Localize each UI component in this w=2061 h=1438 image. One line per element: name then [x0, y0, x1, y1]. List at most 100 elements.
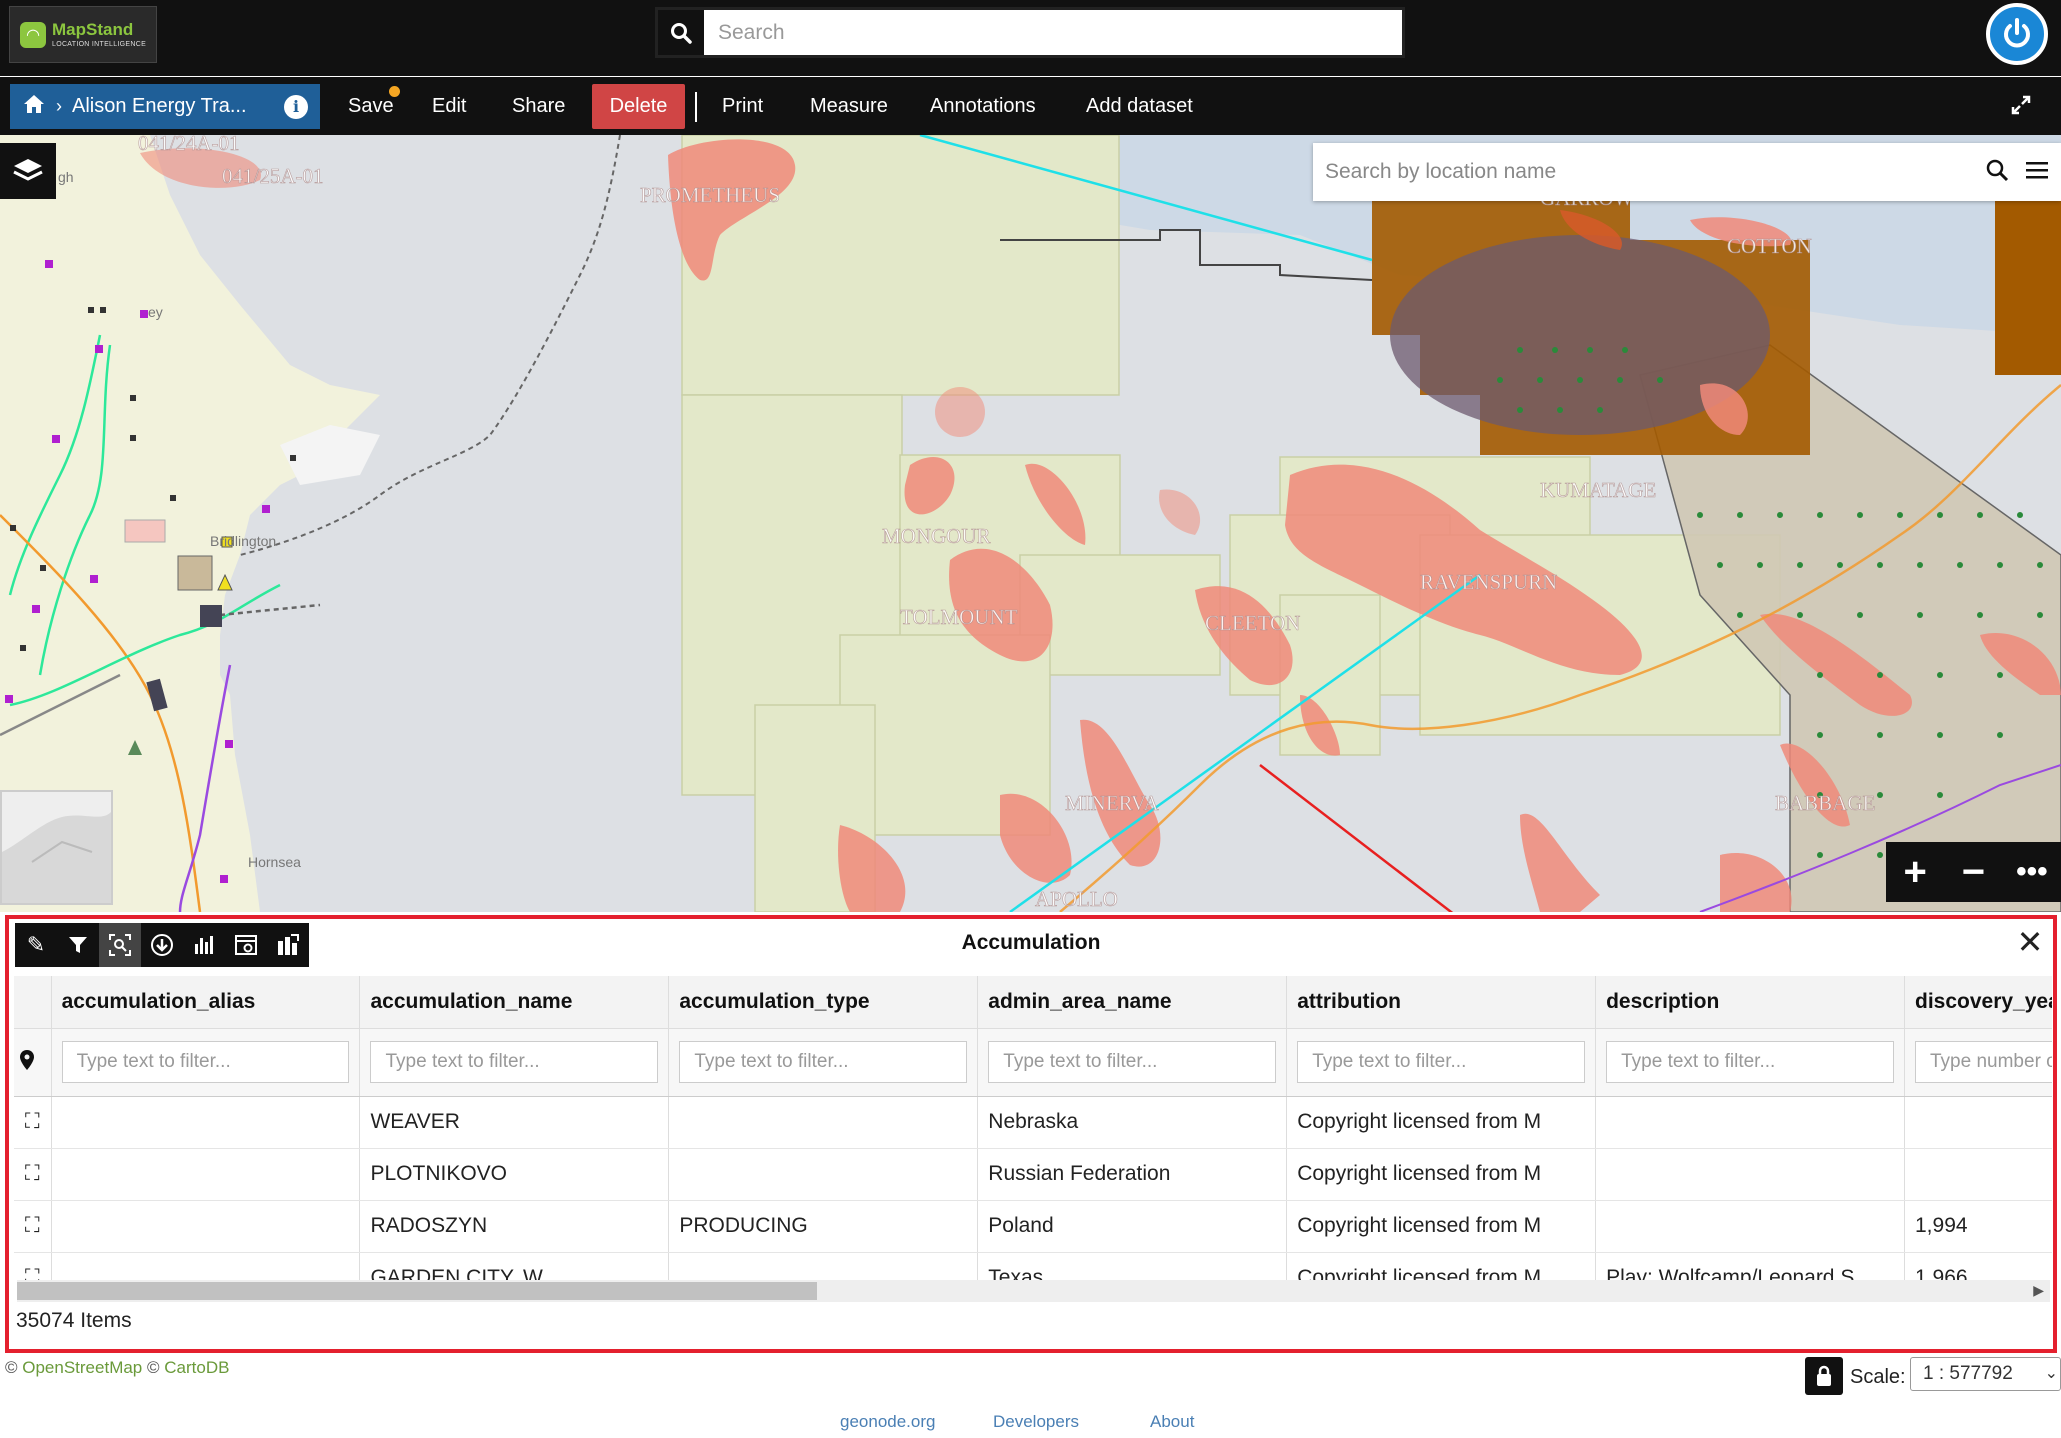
column-header[interactable]: discovery_year — [1904, 976, 2052, 1029]
table-cell: Copyright licensed from M — [1286, 1148, 1597, 1201]
table-cell: PLOTNIKOVO — [359, 1148, 670, 1201]
search-icon[interactable] — [1985, 158, 2009, 187]
column-filter-input[interactable] — [1297, 1041, 1586, 1083]
table-cell: Copyright licensed from M — [1286, 1096, 1597, 1149]
column-header[interactable]: accumulation_type — [668, 976, 979, 1029]
close-icon[interactable]: ✕ — [2013, 925, 2047, 959]
table-cell: WEAVER — [359, 1096, 670, 1149]
label-minerva: MINERVA — [1065, 791, 1159, 815]
column-filter-input[interactable] — [1915, 1041, 2052, 1083]
label-prometheus: PROMETHEUS — [640, 183, 780, 207]
column-header[interactable]: accumulation_name — [359, 976, 670, 1029]
user-power-icon[interactable] — [1986, 3, 2048, 65]
label-babbage: BABBAGE — [1775, 791, 1875, 815]
lock-icon[interactable] — [1805, 1357, 1843, 1395]
delete-button[interactable]: Delete — [592, 84, 685, 129]
more-options-icon[interactable]: ••• — [2003, 842, 2061, 902]
scroll-right-icon[interactable]: ▶ — [2033, 1282, 2044, 1299]
breadcrumb[interactable]: › Alison Energy Tra... i — [10, 84, 320, 129]
logo-name: MapStand — [52, 20, 134, 39]
label-041-24a: 041/24A-01 — [138, 135, 240, 155]
table-cell: Copyright licensed from M — [1286, 1200, 1597, 1253]
column-filter-input[interactable] — [61, 1041, 350, 1083]
zoom-controls: + − ••• — [1886, 842, 2061, 902]
overview-minimap[interactable] — [0, 790, 113, 905]
zoom-to-row-icon[interactable]: ⛶ — [14, 1148, 52, 1201]
map-graphics: 041/24A-01 041/25A-01 PROMETHEUS COTTON … — [0, 135, 2061, 912]
table-row[interactable]: ⛶ RADOSZYN PRODUCING Poland Copyright li… — [14, 1200, 2052, 1253]
share-button[interactable]: Share — [498, 84, 579, 129]
logo-subtitle: LOCATION INTELLIGENCE — [52, 41, 147, 48]
scale-select[interactable]: 1 : 577792 ⌄ — [1910, 1357, 2061, 1391]
table-cell — [1904, 1096, 2052, 1149]
osm-link[interactable]: OpenStreetMap — [22, 1358, 142, 1377]
info-icon[interactable]: i — [284, 94, 308, 119]
measure-button[interactable]: Measure — [796, 84, 902, 129]
header-spacer — [14, 976, 52, 1029]
svg-text:gh: gh — [58, 169, 74, 185]
svg-text:ey: ey — [148, 304, 163, 320]
map-canvas[interactable]: 041/24A-01 041/25A-01 PROMETHEUS COTTON … — [0, 135, 2061, 912]
table-cell: Russian Federation — [977, 1148, 1288, 1201]
save-button[interactable]: Save — [334, 84, 408, 129]
label-ravenspurn: RAVENSPURN — [1420, 570, 1557, 594]
table-cell — [668, 1148, 979, 1201]
global-search — [655, 7, 1405, 58]
add-dataset-button[interactable]: Add dataset — [1072, 84, 1207, 129]
map-title: Alison Energy Tra... — [72, 95, 247, 117]
table-cell: PRODUCING — [668, 1200, 979, 1253]
geonode-link[interactable]: geonode.org — [840, 1412, 935, 1432]
table-cell — [1595, 1148, 1905, 1201]
label-mongour: MONGOUR — [882, 524, 991, 548]
column-header[interactable]: description — [1595, 976, 1905, 1029]
column-filter-input[interactable] — [370, 1041, 659, 1083]
zoom-out-button[interactable]: − — [1944, 842, 2002, 902]
column-filter-input[interactable] — [988, 1041, 1277, 1083]
carto-link[interactable]: CartoDB — [164, 1358, 229, 1377]
unsaved-dot — [388, 86, 400, 97]
location-search-input[interactable] — [1325, 160, 1985, 184]
table-cell: Poland — [977, 1200, 1288, 1253]
zoom-in-button[interactable]: + — [1886, 842, 1944, 902]
label-tolmount: TOLMOUNT — [900, 605, 1018, 629]
column-header[interactable]: accumulation_alias — [51, 976, 361, 1029]
scale-label: Scale: — [1850, 1366, 1906, 1388]
search-icon[interactable] — [658, 10, 704, 55]
table-row[interactable]: ⛶ PLOTNIKOVO Russian Federation Copyrigh… — [14, 1148, 2052, 1201]
table-row[interactable]: ⛶ WEAVER Nebraska Copyright licensed fro… — [14, 1096, 2052, 1149]
horizontal-scrollbar[interactable]: ▶ — [17, 1280, 2050, 1302]
layers-icon[interactable] — [0, 143, 56, 199]
label-apollo: APOLLO — [1035, 887, 1118, 911]
mapstand-logo[interactable]: ◠ MapStand LOCATION INTELLIGENCE — [9, 6, 157, 63]
annotations-button[interactable]: Annotations — [916, 84, 1050, 129]
edit-button[interactable]: Edit — [418, 84, 480, 129]
column-filter-input[interactable] — [1606, 1041, 1894, 1083]
top-bar: ◠ MapStand LOCATION INTELLIGENCE — [0, 0, 2061, 76]
nav-separator — [695, 92, 697, 122]
panel-title: Accumulation — [961, 931, 1101, 954]
fullscreen-icon[interactable] — [2010, 94, 2040, 124]
column-header[interactable]: attribution — [1286, 976, 1597, 1029]
home-icon[interactable] — [22, 93, 46, 121]
column-header[interactable]: admin_area_name — [977, 976, 1288, 1029]
scrollbar-thumb[interactable] — [17, 1282, 817, 1300]
zoom-to-row-icon[interactable]: ⛶ — [14, 1096, 52, 1149]
table-cell: 1,994 — [1904, 1200, 2052, 1253]
label-041-25a: 041/25A-01 — [222, 164, 324, 188]
about-link[interactable]: About — [1150, 1412, 1194, 1432]
label-cotton: COTTON — [1727, 234, 1812, 258]
save-label: Save — [348, 95, 394, 117]
print-button[interactable]: Print — [708, 84, 777, 129]
table-cell: RADOSZYN — [359, 1200, 670, 1253]
label-cleeton: CLEETON — [1205, 611, 1300, 635]
developers-link[interactable]: Developers — [993, 1412, 1079, 1432]
search-input[interactable] — [704, 10, 1402, 55]
column-filter-input[interactable] — [679, 1041, 968, 1083]
label-kumatage: KUMATAGE — [1540, 478, 1656, 502]
hamburger-menu-icon[interactable] — [2025, 160, 2049, 185]
table-cell: Nebraska — [977, 1096, 1288, 1149]
map-pin-icon[interactable] — [14, 1028, 52, 1097]
label-hornsea: Hornsea — [248, 854, 301, 870]
zoom-to-row-icon[interactable]: ⛶ — [14, 1200, 52, 1253]
table-cell — [51, 1096, 361, 1149]
